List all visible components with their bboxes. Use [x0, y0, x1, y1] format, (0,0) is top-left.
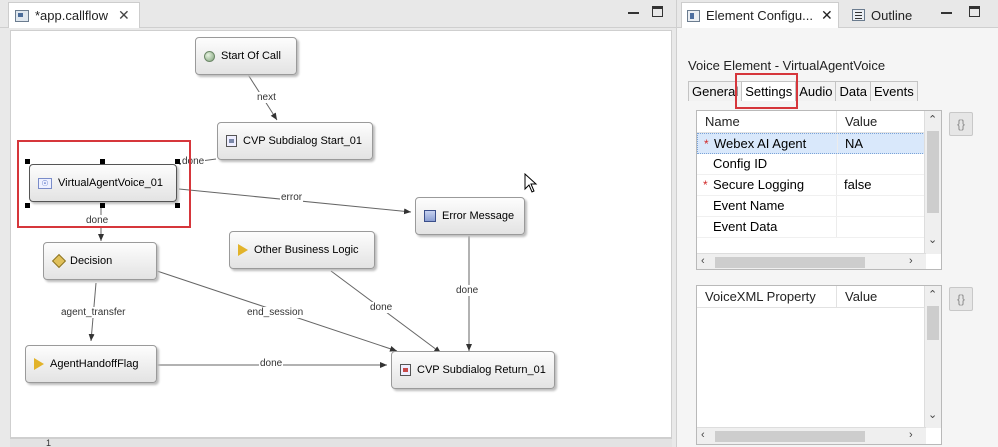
setting-name: Event Data [713, 219, 778, 234]
scroll-thumb[interactable] [927, 131, 939, 213]
node-label: Other Business Logic [254, 244, 359, 256]
decision-icon [51, 253, 67, 269]
settings-highlight-box [735, 73, 798, 109]
maximize-icon[interactable] [652, 6, 663, 17]
node-decision[interactable]: Decision [43, 242, 157, 280]
horizontal-scrollbar[interactable]: ‹ › [697, 253, 926, 269]
node-label: Decision [70, 255, 113, 267]
scroll-left-icon[interactable]: ‹ [701, 429, 705, 441]
minimize-icon[interactable] [628, 12, 639, 14]
scroll-thumb[interactable] [715, 257, 865, 268]
node-label: Start Of Call [221, 50, 281, 62]
node-cvp-subdialog-return[interactable]: CVP Subdialog Return_01 [391, 351, 555, 389]
tab-app-callflow[interactable]: *app.callflow ✕ [8, 2, 140, 28]
voice-element-title: Voice Element - VirtualAgentVoice [688, 58, 886, 73]
required-marker: * [704, 137, 709, 151]
node-label: Error Message [442, 210, 515, 222]
voicexml-property-table: VoiceXML Property Value ⌃ ⌄ ‹ › [696, 285, 942, 445]
subdialog-icon [226, 135, 237, 147]
subdialog-return-icon [400, 364, 411, 376]
node-error-message[interactable]: Error Message [415, 197, 525, 235]
table-row[interactable]: * Webex AI Agent NA [697, 133, 941, 154]
start-icon [204, 50, 215, 62]
edit-button[interactable]: {} [949, 287, 973, 311]
highlight-box [17, 140, 191, 228]
vertical-scrollbar[interactable]: ⌃ ⌄ [924, 111, 941, 254]
node-agent-handoff-flag[interactable]: AgentHandoffFlag [25, 345, 157, 383]
edit-button[interactable]: {} [949, 112, 973, 136]
action-icon [238, 244, 248, 256]
wire-label-agent-transfer: agent_transfer [60, 307, 127, 318]
editor-horizontal-scrollbar[interactable] [10, 438, 672, 447]
configuration-icon [687, 9, 700, 22]
node-label: CVP Subdialog Start_01 [243, 135, 363, 147]
editor-tab-bar: *app.callflow ✕ [0, 0, 676, 28]
tab-label: Outline [871, 7, 913, 23]
setting-name: Config ID [713, 156, 768, 171]
scroll-thumb[interactable] [715, 431, 865, 442]
scroll-left-icon[interactable]: ‹ [701, 255, 705, 267]
node-start-of-call[interactable]: Start Of Call [195, 37, 297, 75]
node-cvp-subdialog-start[interactable]: CVP Subdialog Start_01 [217, 122, 373, 160]
wire-label-end-session: end_session [246, 307, 305, 318]
node-other-business-logic[interactable]: Other Business Logic [229, 231, 375, 269]
element-configuration-panel: Element Configu... ✕ Outline Voice Eleme… [676, 0, 998, 447]
close-icon[interactable]: ✕ [821, 7, 833, 24]
node-label: CVP Subdialog Return_01 [417, 364, 546, 376]
setting-name: Secure Logging [713, 177, 805, 192]
mouse-cursor-icon [524, 173, 538, 193]
wire-label-done: done [455, 285, 480, 296]
wire-label-done: done [259, 358, 284, 369]
tab-label: *app.callflow [35, 8, 108, 23]
settings-table: Name Value * Webex AI Agent NA Config ID … [696, 110, 942, 270]
scroll-down-icon[interactable]: ⌄ [928, 233, 937, 246]
table-header: VoiceXML Property Value [697, 286, 941, 308]
error-message-icon [424, 210, 436, 222]
scroll-down-icon[interactable]: ⌄ [928, 408, 937, 421]
maximize-icon[interactable] [969, 6, 980, 17]
required-marker: * [703, 178, 708, 192]
scroll-right-icon[interactable]: › [909, 255, 913, 267]
wire-label-next: next [256, 92, 277, 103]
tab-element-configuration[interactable]: Element Configu... ✕ [681, 2, 839, 28]
table-row[interactable]: Config ID [697, 154, 941, 175]
scroll-up-icon[interactable]: ⌃ [928, 288, 937, 301]
horizontal-scrollbar[interactable]: ‹ › [697, 427, 926, 444]
wire-label-done: done [369, 302, 394, 313]
tab-outline[interactable]: Outline [847, 2, 917, 28]
tab-events[interactable]: Events [869, 81, 918, 101]
scroll-up-icon[interactable]: ⌃ [928, 113, 937, 126]
scroll-thumb[interactable] [927, 306, 939, 340]
setting-name: Webex AI Agent [714, 136, 807, 151]
setting-name: Event Name [713, 198, 785, 213]
node-label: AgentHandoffFlag [50, 358, 139, 370]
scroll-right-icon[interactable]: › [909, 429, 913, 441]
minimize-icon[interactable] [941, 12, 952, 14]
tab-label: Element Configu... [706, 8, 813, 23]
table-header: Name Value [697, 111, 941, 133]
tab-data[interactable]: Data [835, 81, 871, 101]
table-row[interactable]: Event Name [697, 196, 941, 217]
wire-label-error: error [280, 192, 304, 203]
callflow-file-icon [15, 9, 29, 22]
tab-audio[interactable]: Audio [795, 81, 837, 101]
outline-icon [852, 9, 865, 21]
vertical-scrollbar[interactable]: ⌃ ⌄ [924, 286, 941, 428]
table-row[interactable]: Event Data [697, 217, 941, 238]
column-header-name[interactable]: Name [697, 111, 837, 132]
panel-tab-bar: Element Configu... ✕ Outline [677, 0, 998, 28]
table-row[interactable]: * Secure Logging false [697, 175, 941, 196]
callflow-editor: *app.callflow ✕ next done error done don… [0, 0, 676, 447]
flow-canvas[interactable]: next done error done done done agent_tra… [10, 30, 672, 438]
action-icon [34, 358, 44, 370]
ruler-number: 1 [46, 438, 52, 447]
close-icon[interactable]: ✕ [118, 7, 130, 24]
settings-tab-strip: General Settings Audio Data Events [688, 81, 918, 101]
column-header-property[interactable]: VoiceXML Property [697, 286, 837, 307]
